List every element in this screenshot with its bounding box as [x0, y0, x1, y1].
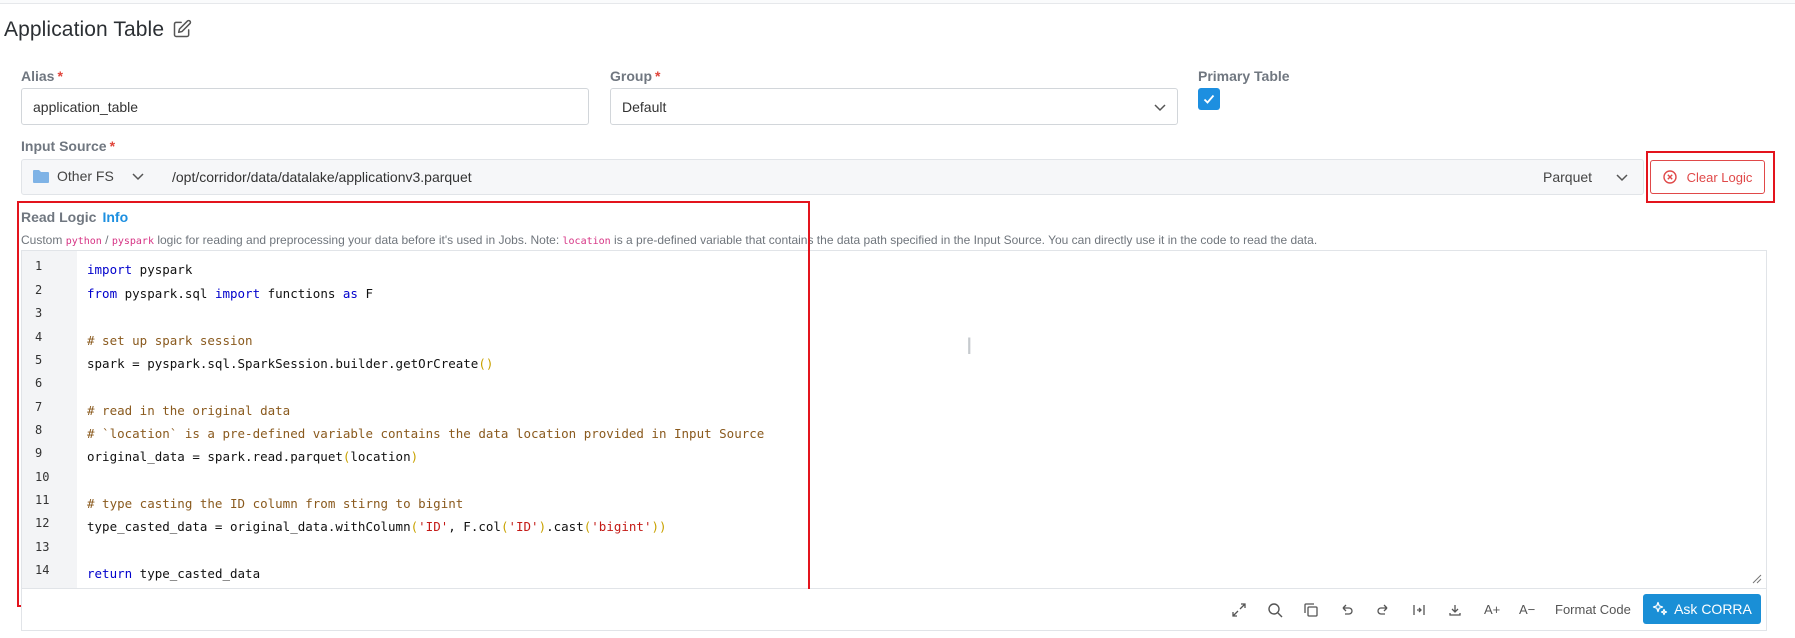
pyspark-tag: pyspark [111, 236, 154, 247]
format-value: Parquet [1543, 169, 1593, 185]
line-number: 11 [35, 493, 50, 507]
format-select[interactable]: Parquet [1533, 160, 1643, 194]
ask-corra-button[interactable]: Ask CORRA [1643, 594, 1761, 624]
code-editor[interactable]: 1 2 3 4 5 6 7 8 9 10 11 12 13 14 import … [21, 250, 1767, 589]
clear-logic-button[interactable]: Clear Logic [1650, 160, 1765, 194]
sparkle-icon [1652, 601, 1668, 616]
copy-icon[interactable] [1302, 601, 1320, 619]
line-number-gutter: 1 2 3 4 5 6 7 8 9 10 11 12 13 14 [22, 251, 77, 588]
close-circle-icon [1662, 170, 1677, 184]
text-cursor-icon: I [966, 335, 973, 360]
format-code-button[interactable]: Format Code [1555, 602, 1631, 617]
required-mark: * [109, 138, 116, 154]
primary-table-checkbox[interactable] [1198, 88, 1220, 110]
code-line-8: # `location` is a pre-defined variable c… [87, 426, 765, 441]
code-line-4: # set up spark session [87, 333, 253, 348]
input-source-label: Input Source * [21, 138, 116, 154]
location-tag: location [562, 236, 611, 247]
line-number: 6 [35, 376, 43, 390]
line-number: 7 [35, 400, 43, 414]
page-title: Application Table [4, 18, 165, 41]
chevron-down-icon [1154, 104, 1166, 112]
input-source-bar: Other FS /opt/corridor/data/datalake/app… [21, 159, 1644, 195]
folder-icon [33, 170, 49, 183]
alias-value: application_table [33, 98, 139, 115]
clear-logic-label: Clear Logic [1686, 169, 1753, 185]
info-link[interactable]: Info [102, 209, 128, 225]
group-label: Group * [610, 68, 661, 84]
search-icon[interactable] [1266, 601, 1284, 619]
alias-label: Alias * [21, 68, 63, 84]
line-number: 10 [35, 470, 50, 484]
title-row: Application Table [4, 18, 194, 42]
chevron-down-icon [1616, 174, 1628, 182]
line-number: 3 [35, 306, 43, 320]
download-icon[interactable] [1446, 601, 1464, 619]
code-line-2: from pyspark.sql import functions as F [87, 286, 374, 301]
code-line-7: # read in the original data [87, 403, 291, 418]
code-line-5: spark = pyspark.sql.SparkSession.builder… [87, 356, 494, 371]
ask-corra-label: Ask CORRA [1674, 601, 1752, 617]
font-decrease-button[interactable]: A− [1519, 602, 1535, 617]
fs-type-select[interactable]: Other FS [32, 168, 145, 184]
read-logic-header: Read Logic Info [21, 209, 128, 225]
line-number: 1 [35, 259, 43, 273]
line-number: 12 [35, 516, 50, 530]
read-logic-description: Custom python / pyspark logic for readin… [21, 233, 1318, 247]
wrap-icon[interactable] [1410, 601, 1428, 619]
code-line-14: return type_casted_data [87, 566, 261, 581]
code-line-11: # type casting the ID column from stirng… [87, 496, 464, 511]
line-number: 2 [35, 283, 43, 297]
python-tag: python [65, 236, 102, 247]
check-icon [1203, 94, 1215, 104]
expand-icon[interactable] [1230, 601, 1248, 619]
font-increase-button[interactable]: A+ [1484, 602, 1500, 617]
alias-input[interactable]: application_table [21, 88, 589, 125]
resize-handle-icon[interactable] [1752, 574, 1762, 584]
edit-icon[interactable] [172, 19, 194, 41]
line-number: 9 [35, 446, 43, 460]
fs-type-value: Other FS [57, 168, 114, 184]
chevron-down-icon [132, 173, 144, 181]
editor-toolbar: A+ A− Format Code [21, 589, 1767, 631]
line-number: 4 [35, 330, 43, 344]
line-number: 8 [35, 423, 43, 437]
code-line-12: type_casted_data = original_data.withCol… [87, 519, 667, 534]
redo-icon[interactable] [1374, 601, 1392, 619]
line-number: 13 [35, 540, 50, 554]
primary-table-label: Primary Table [1198, 68, 1290, 84]
undo-icon[interactable] [1338, 601, 1356, 619]
code-line-9: original_data = spark.read.parquet(locat… [87, 449, 419, 464]
read-logic-label: Read Logic [21, 209, 97, 225]
top-divider [0, 0, 1795, 4]
input-path[interactable]: /opt/corridor/data/datalake/applicationv… [172, 169, 472, 185]
group-select[interactable]: Default [610, 88, 1178, 125]
required-mark: * [655, 68, 661, 84]
group-value: Default [622, 98, 667, 115]
line-number: 14 [35, 563, 50, 577]
line-number: 5 [35, 353, 43, 367]
code-line-1: import pyspark [87, 262, 193, 277]
required-mark: * [57, 68, 63, 84]
